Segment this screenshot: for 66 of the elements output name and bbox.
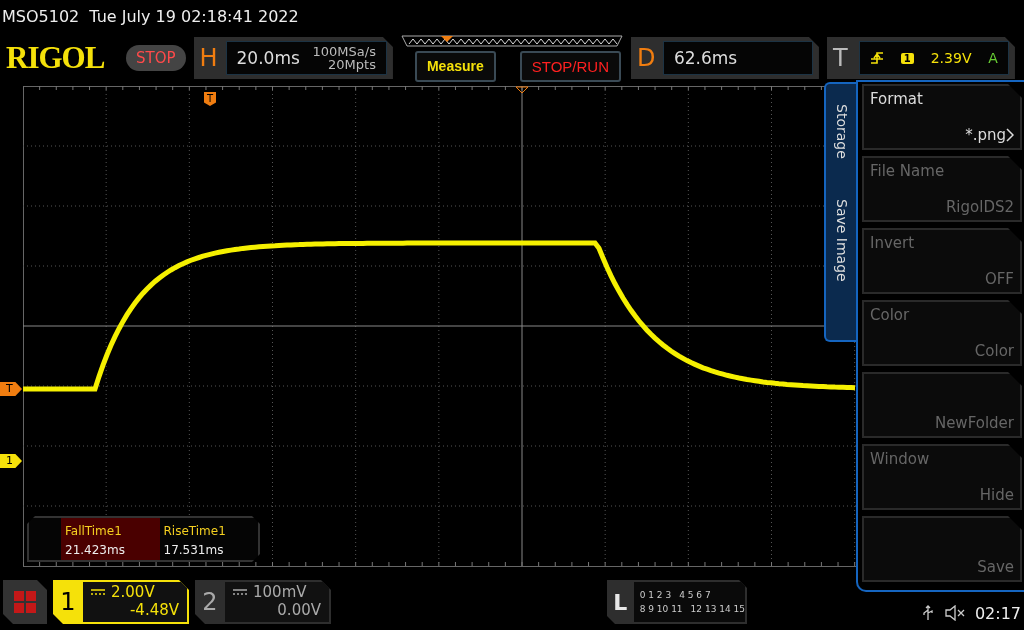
trigger-position-icon <box>515 86 529 94</box>
softkey-value: *.png <box>965 126 1006 144</box>
logic-analyzer-button[interactable]: L 0 1 2 3 4 5 6 7 8 9 10 11 12 13 14 15 <box>607 580 747 624</box>
channel-button[interactable]: 2 100mV 0.00V <box>195 580 331 624</box>
channel-scale: 100mV <box>253 583 307 601</box>
brand-logo: RIGOL <box>6 40 106 76</box>
horizontal-key: H <box>199 44 220 72</box>
usb-icon <box>920 605 935 621</box>
measurement-name: FallTime1 <box>65 523 123 540</box>
date-time: Tue July 19 02:18:41 2022 <box>89 6 299 26</box>
softkey-button[interactable]: Color Color <box>862 300 1022 366</box>
timebase-value: 20.0ms <box>236 48 301 68</box>
speaker-muted-icon[interactable] <box>944 605 965 621</box>
channel-marker[interactable]: 1 <box>0 454 22 468</box>
trigger-key: T <box>832 44 853 72</box>
softkey-label: Format <box>870 90 923 108</box>
softkey-value: Hide <box>979 486 1014 504</box>
main-menu-button[interactable] <box>3 580 47 624</box>
measurement-value: 21.423ms <box>65 542 126 559</box>
measure-button[interactable]: Measure <box>414 50 496 82</box>
softkey-value: NewFolder <box>934 414 1014 432</box>
clock-time: 02:17 <box>974 603 1021 623</box>
channel-number: 2 <box>201 587 219 618</box>
sample-rate: 100MSa/s <box>312 45 376 58</box>
delay-key: D <box>636 44 657 72</box>
softkey-label: Invert <box>870 234 915 252</box>
channel-button[interactable]: 1 2.00V -4.48V <box>53 580 189 624</box>
trigger-mode: A <box>988 50 998 66</box>
memory-depth: 20Mpts <box>328 58 376 71</box>
delay-value: 62.6ms <box>673 48 739 68</box>
menu-tab[interactable]: Save Image <box>834 198 850 282</box>
rising-edge-icon <box>869 52 884 64</box>
delay-panel[interactable]: D 62.6ms <box>630 37 819 79</box>
softkey-value: Color <box>974 342 1014 360</box>
channel-offset: 0.00V <box>277 601 321 619</box>
measurement-value: 17.531ms <box>163 542 225 559</box>
dc-coupling-icon <box>233 589 247 595</box>
grid-menu-icon <box>13 590 37 614</box>
model-name: MSO5102 <box>2 6 80 26</box>
trigger-level-marker[interactable]: T <box>0 382 22 396</box>
logic-key: L <box>607 580 634 624</box>
trigger-position-marker[interactable]: T <box>204 92 216 106</box>
dc-coupling-icon <box>91 589 105 595</box>
channel-offset: -4.48V <box>129 601 179 619</box>
channel-scale: 2.00V <box>111 583 155 601</box>
digital-channel-numbers: 4 5 6 7 <box>679 590 711 600</box>
softkey-button[interactable]: Format *.png <box>862 84 1022 150</box>
measurement-item[interactable]: RiseTime1 17.531ms <box>159 518 258 560</box>
channel-number: 1 <box>59 587 77 618</box>
digital-channel-numbers: 12 13 14 15 <box>690 604 745 614</box>
stop-run-button[interactable]: STOP/RUN <box>519 50 621 82</box>
softkey-value: OFF <box>984 270 1014 288</box>
measurement-item[interactable]: FallTime1 21.423ms <box>61 518 160 560</box>
trigger-source-badge: 1 <box>900 52 914 64</box>
menu-tab[interactable]: Storage <box>834 104 850 159</box>
softkey-label: Color <box>870 306 910 324</box>
softkey-label: Window <box>870 450 930 468</box>
trigger-panel[interactable]: T 1 2.39V A <box>826 37 1015 79</box>
digital-channel-numbers: 8 9 10 11 <box>639 604 683 614</box>
softkey-value: RigolDS2 <box>945 198 1014 216</box>
digital-channel-numbers: 0 1 2 3 <box>639 590 672 600</box>
measurement-name: RiseTime1 <box>163 523 227 540</box>
run-state-indicator: STOP <box>126 45 186 71</box>
softkey-value: Save <box>977 558 1014 576</box>
softkey-label: File Name <box>870 162 945 180</box>
trigger-voltage: 2.39V <box>930 50 972 66</box>
